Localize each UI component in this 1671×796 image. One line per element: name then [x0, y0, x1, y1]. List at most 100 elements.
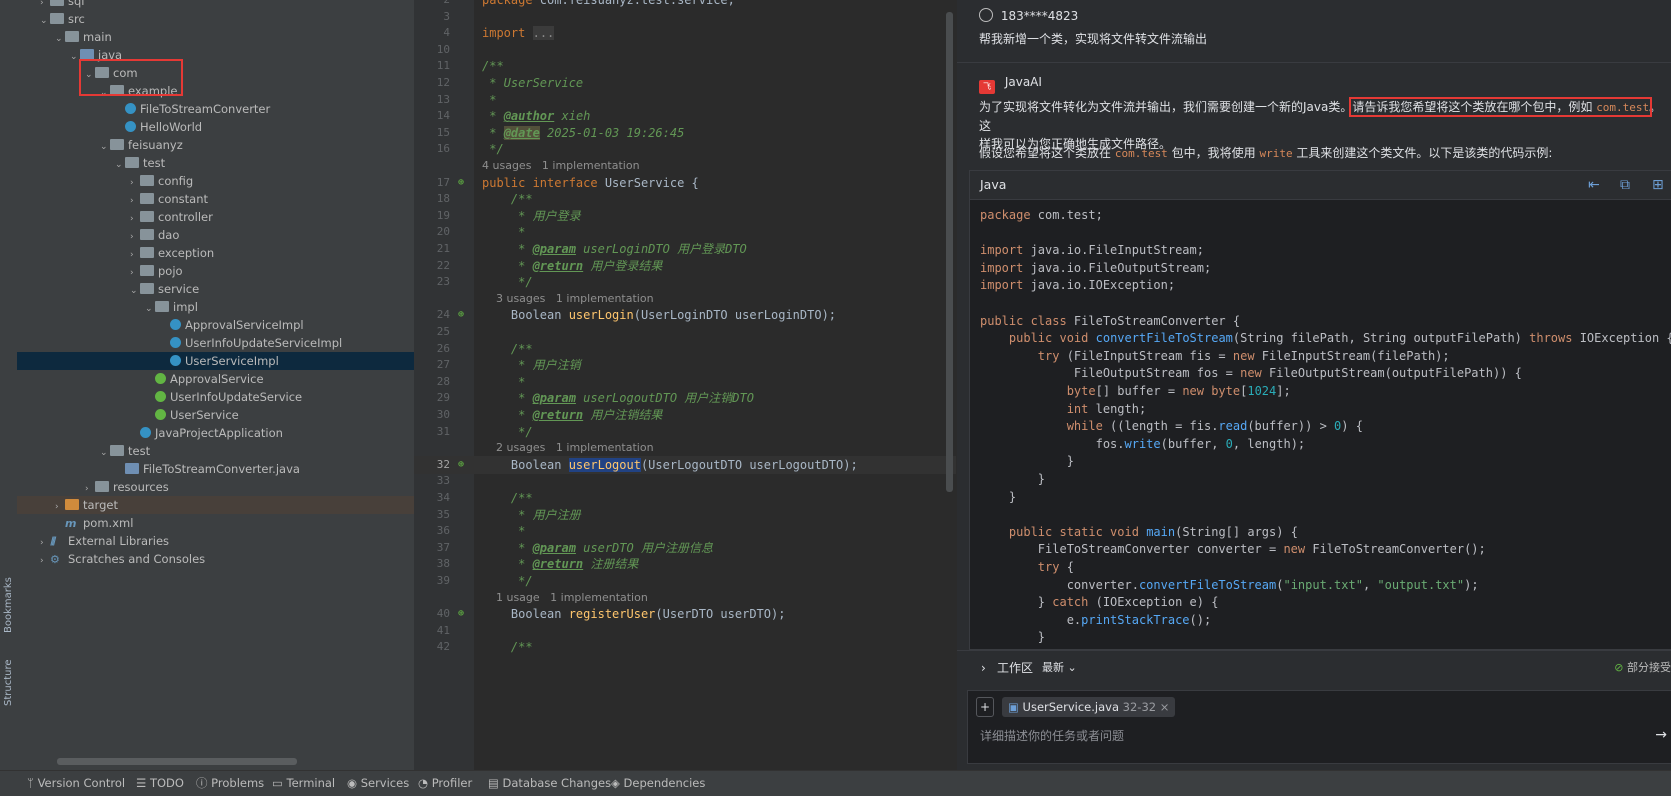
- code-line[interactable]: 16 */: [414, 140, 956, 158]
- implemented-marker-icon[interactable]: ⊕: [458, 306, 464, 324]
- code-line[interactable]: 13 *: [414, 91, 956, 109]
- tree-item[interactable]: ⌄ example: [17, 82, 414, 100]
- chat-input-placeholder[interactable]: 详细描述你的任务或者问题: [980, 727, 1124, 744]
- code-line[interactable]: 37 * @param userDTO 用户注册信息: [414, 539, 956, 557]
- code-line[interactable]: 18 /**: [414, 190, 956, 208]
- code-line[interactable]: 25: [414, 323, 956, 341]
- code-line[interactable]: 35 * 用户注册: [414, 506, 956, 524]
- workspace-filter[interactable]: 最新 ⌄: [1042, 651, 1077, 685]
- code-line[interactable]: 41: [414, 622, 956, 640]
- tree-item[interactable]: › sql: [17, 0, 414, 10]
- tree-item[interactable]: FileToStreamConverter.java: [17, 460, 414, 478]
- code-line[interactable]: 31 */: [414, 423, 956, 441]
- code-line[interactable]: 27 * 用户注销: [414, 356, 956, 374]
- chat-input-box[interactable]: + ▣ UserService.java 32-32 × 详细描述你的任务或者问…: [967, 690, 1671, 764]
- code-editor[interactable]: 2package com.feisuanyz.test.service;34im…: [414, 0, 956, 770]
- context-chip[interactable]: ▣ UserService.java 32-32 ×: [1002, 697, 1176, 717]
- tree-item[interactable]: ⌄ service: [17, 280, 414, 298]
- code-line[interactable]: 12 * UserService: [414, 74, 956, 92]
- code-line[interactable]: 22 * @return 用户登录结果: [414, 257, 956, 275]
- code-line[interactable]: 29 * @param userLogoutDTO 用户注销DTO: [414, 389, 956, 407]
- tree-item[interactable]: ⌄ test: [17, 442, 414, 460]
- code-line[interactable]: 26 /**: [414, 340, 956, 358]
- code-line[interactable]: 17 ⊕ public interface UserService {: [414, 174, 956, 192]
- tree-item[interactable]: m pom.xml: [17, 514, 414, 532]
- profiler-tab[interactable]: ◔ Profiler: [418, 771, 472, 796]
- code-line[interactable]: 30 * @return 用户注销结果: [414, 406, 956, 424]
- terminal-tab[interactable]: ▭ Terminal: [272, 771, 335, 796]
- codelens-hint[interactable]: 2 usages 1 implementation: [414, 439, 956, 457]
- dependencies-tab[interactable]: ◈ Dependencies: [611, 771, 705, 796]
- project-hscrollbar[interactable]: [57, 758, 297, 765]
- tree-item[interactable]: ⌄ main: [17, 28, 414, 46]
- code-line[interactable]: 14 * @author xieh: [414, 107, 956, 125]
- tree-item[interactable]: UserInfoUpdateServiceImpl: [17, 334, 414, 352]
- code-line[interactable]: 4 import ...: [414, 24, 956, 42]
- tree-item[interactable]: ⌄ com: [17, 64, 414, 82]
- implemented-marker-icon[interactable]: ⊕: [458, 174, 464, 192]
- tree-item[interactable]: ⌄ impl: [17, 298, 414, 316]
- tree-item[interactable]: › controller: [17, 208, 414, 226]
- tree-item[interactable]: UserServiceImpl: [17, 352, 414, 370]
- tree-item[interactable]: › config: [17, 172, 414, 190]
- code-line[interactable]: 3: [414, 8, 956, 26]
- chevron-right-icon[interactable]: ›: [40, 552, 50, 570]
- tree-item[interactable]: ApprovalService: [17, 370, 414, 388]
- usages-hint[interactable]: 2 usages 1 implementation: [482, 439, 654, 457]
- code-line[interactable]: 11 /**: [414, 57, 956, 75]
- tree-item[interactable]: ⌄ test: [17, 154, 414, 172]
- code-line[interactable]: 42 /**: [414, 638, 956, 656]
- code-line[interactable]: 10: [414, 41, 956, 59]
- services-tab[interactable]: ◉ Services: [347, 771, 409, 796]
- code-line[interactable]: 40 ⊕ Boolean registerUser(UserDTO userDTO…: [414, 605, 956, 623]
- code-line[interactable]: 28 *: [414, 373, 956, 391]
- add-context-icon[interactable]: +: [976, 697, 994, 717]
- code-line[interactable]: 19 * 用户登录: [414, 207, 956, 225]
- editor-vscrollbar[interactable]: [946, 12, 953, 492]
- chevron-right-icon[interactable]: ›: [981, 651, 986, 685]
- new-file-icon[interactable]: ⊞: [1652, 171, 1664, 199]
- code-line[interactable]: 32 ⊕ Boolean userLogout(UserLogoutDTO use…: [414, 455, 956, 474]
- problems-tab[interactable]: ⓘ Problems: [196, 771, 264, 796]
- tree-item[interactable]: › dao: [17, 226, 414, 244]
- tree-item[interactable]: UserService: [17, 406, 414, 424]
- code-line[interactable]: 36 *: [414, 522, 956, 540]
- tree-item[interactable]: ⌄ src: [17, 10, 414, 28]
- tree-item[interactable]: JavaProjectApplication: [17, 424, 414, 442]
- version-control-tab[interactable]: ᛘ Version Control: [27, 771, 125, 796]
- bookmarks-tab[interactable]: Bookmarks: [0, 570, 17, 640]
- code-line[interactable]: 34 /**: [414, 489, 956, 507]
- code-line[interactable]: 21 * @param userLoginDTO 用户登录DTO: [414, 240, 956, 258]
- tree-item[interactable]: HelloWorld: [17, 118, 414, 136]
- todo-tab[interactable]: ☰ TODO: [136, 771, 184, 796]
- implemented-marker-icon[interactable]: ⊕: [458, 456, 464, 474]
- code-line[interactable]: 39 */: [414, 572, 956, 590]
- tree-item[interactable]: › resources: [17, 478, 414, 496]
- codelens-hint[interactable]: 4 usages 1 implementation: [414, 157, 956, 175]
- tree-item[interactable]: › ⚙ Scratches and Consoles: [17, 550, 414, 568]
- workspace-label[interactable]: 工作区: [997, 651, 1033, 685]
- structure-tab[interactable]: Structure: [0, 650, 17, 715]
- tree-item[interactable]: ⌄ java: [17, 46, 414, 64]
- partial-accept-button[interactable]: ⊘ 部分接受: [1614, 651, 1671, 685]
- usages-hint[interactable]: 3 usages 1 implementation: [482, 290, 654, 308]
- code-line[interactable]: 15 * @date 2025-01-03 19:26:45: [414, 124, 956, 142]
- tree-item[interactable]: › ⫴ External Libraries: [17, 532, 414, 550]
- code-line[interactable]: 24 ⊕ Boolean userLogin(UserLoginDTO userL…: [414, 306, 956, 324]
- tree-item[interactable]: ⌄ feisuanyz: [17, 136, 414, 154]
- tree-item[interactable]: ApprovalServiceImpl: [17, 316, 414, 334]
- tree-item[interactable]: › pojo: [17, 262, 414, 280]
- close-icon[interactable]: ×: [1160, 700, 1170, 714]
- tree-item[interactable]: › target: [17, 496, 414, 514]
- codelens-hint[interactable]: 3 usages 1 implementation: [414, 290, 956, 308]
- implemented-marker-icon[interactable]: ⊕: [458, 605, 464, 623]
- database-changes-tab[interactable]: ▤ Database Changes: [488, 771, 611, 796]
- usages-hint[interactable]: 1 usage 1 implementation: [482, 589, 648, 607]
- tree-item[interactable]: UserInfoUpdateService: [17, 388, 414, 406]
- code-line[interactable]: 38 * @return 注册结果: [414, 555, 956, 573]
- send-arrow-icon[interactable]: →: [1655, 727, 1667, 743]
- code-line[interactable]: 23 */: [414, 273, 956, 291]
- code-line[interactable]: 33: [414, 472, 956, 490]
- tree-item[interactable]: FileToStreamConverter: [17, 100, 414, 118]
- copy-icon[interactable]: ⧉: [1620, 171, 1630, 199]
